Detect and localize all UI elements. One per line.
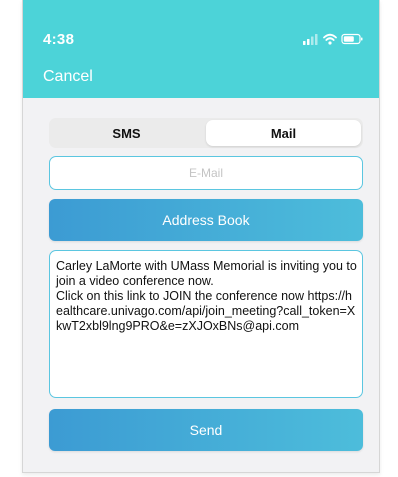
battery-icon bbox=[341, 33, 363, 45]
email-field[interactable] bbox=[49, 156, 363, 190]
segment-sms[interactable]: SMS bbox=[49, 118, 204, 148]
status-icons-svg bbox=[303, 33, 363, 45]
header: 4:38 Cancel bbox=[23, 0, 379, 98]
signal-icon bbox=[303, 34, 318, 45]
status-time: 4:38 bbox=[43, 31, 75, 48]
cancel-button[interactable]: Cancel bbox=[43, 68, 93, 86]
content-area: SMS Mail Address Book Carley LaMorte wit… bbox=[23, 98, 379, 472]
address-book-button[interactable]: Address Book bbox=[49, 199, 363, 241]
status-icons bbox=[295, 32, 365, 46]
app-screen: 4:38 Cancel SMS Mail E-Mail Address Book… bbox=[22, 0, 380, 473]
message-textarea[interactable]: Carley LaMorte with UMass Memorial is in… bbox=[49, 250, 363, 398]
share-method-segmented-control: SMS Mail bbox=[49, 118, 363, 148]
wifi-icon bbox=[323, 33, 337, 45]
send-button[interactable]: Send bbox=[49, 409, 363, 451]
segment-mail[interactable]: Mail bbox=[206, 120, 361, 146]
